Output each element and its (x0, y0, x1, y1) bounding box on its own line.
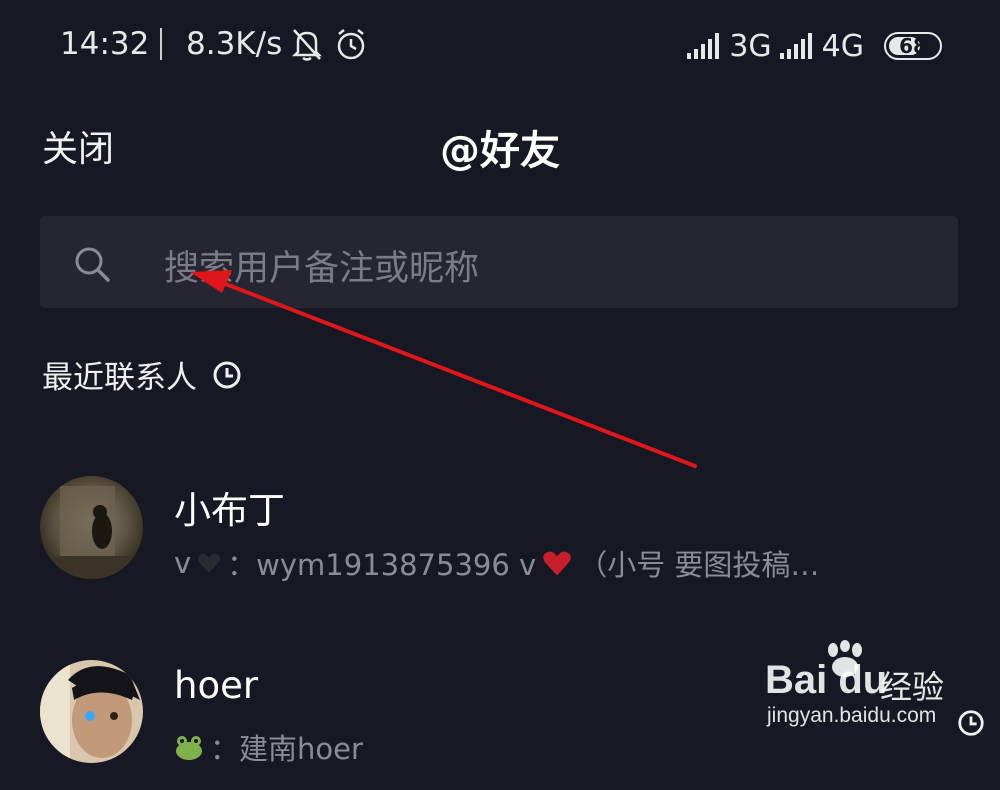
status-divider (160, 28, 162, 60)
network-label-2: 4G (821, 28, 864, 64)
contact-subtitle: v ：wym1913875396 v （小号 要图投稿… (174, 542, 819, 584)
search-input[interactable]: 搜索用户备注或昵称 (40, 216, 958, 308)
signal-icon (687, 33, 720, 59)
red-heart-icon (543, 551, 571, 576)
contact-name: 小布丁 (174, 489, 285, 532)
contact-item[interactable]: 小布丁 v ：wym1913875396 v （小号 要图投稿… (0, 476, 1000, 606)
contact-name: hoer (174, 664, 259, 707)
avatar (40, 476, 143, 579)
top-bar: 关闭 @好友 (0, 100, 1000, 190)
contact-item[interactable]: hoer ：建南hoer (0, 660, 1000, 790)
bell-off-icon (291, 29, 323, 61)
contact-subtitle: ：建南hoer (174, 726, 363, 768)
battery-text: 68 (899, 34, 927, 58)
status-bar: 14:32 8.3K/s 3G 4G 68 (0, 0, 1000, 92)
avatar (40, 660, 143, 763)
status-net-speed: 8.3K/s (186, 26, 283, 62)
search-placeholder: 搜索用户备注或昵称 (164, 249, 480, 289)
page-title: @好友 (440, 128, 560, 174)
network-label-1: 3G (729, 28, 772, 64)
battery-icon: 68 (884, 32, 942, 60)
status-time: 14:32 (60, 26, 150, 62)
signal-icon (779, 33, 812, 59)
recent-contacts-header: 最近联系人 (42, 352, 243, 397)
status-right-group: 3G 4G 68 (685, 26, 942, 66)
contact-subtitle-suffix: （小号 要图投稿… (578, 548, 820, 582)
frog-icon (176, 736, 202, 760)
search-icon (75, 247, 110, 282)
contact-subtitle-mid: ：wym1913875396 v (227, 548, 537, 582)
clock-icon (213, 361, 241, 388)
clock-icon (958, 710, 984, 736)
recent-contacts-title: 最近联系人 (42, 360, 197, 396)
alarm-icon (337, 29, 365, 60)
black-heart-icon (198, 553, 221, 573)
contact-subtitle-text: ：建南hoer (210, 732, 363, 766)
contact-subtitle-prefix: v (174, 546, 192, 580)
